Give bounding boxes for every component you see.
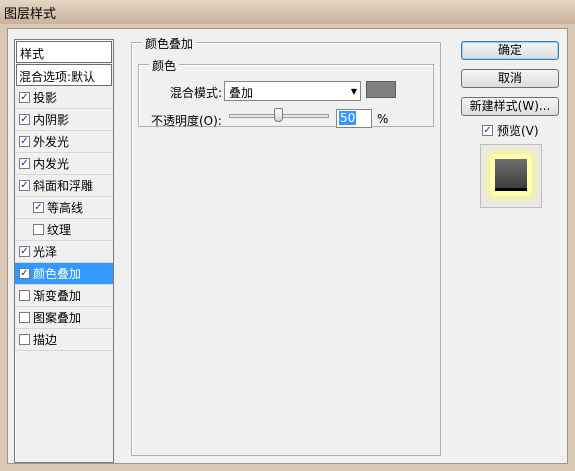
color-overlay-panel: 颜色叠加 颜色 混合模式: 叠加 ▼ 不透明度(O): 50 % (131, 35, 441, 456)
style-item-checkbox[interactable]: ✓ (19, 180, 30, 191)
style-preview-thumbnail (480, 144, 542, 208)
style-item-checkbox[interactable] (19, 334, 30, 345)
style-item[interactable]: ✓ 内阴影 (15, 109, 113, 131)
opacity-input[interactable]: 50 (336, 109, 372, 128)
dialog-client: 样式 混合选项:默认 ✓ 投影 ✓ 内阴影 ✓ 外发光 ✓ 内发光 ✓ 斜面和浮雕 ✓ 等高线 纹理 ✓ 光… (7, 28, 568, 464)
color-group-title: 颜色 (149, 57, 180, 74)
opacity-label: 不透明度(O): (151, 114, 222, 128)
style-item-checkbox[interactable] (19, 290, 30, 301)
color-group: 颜色 混合模式: 叠加 ▼ 不透明度(O): 50 % (138, 57, 434, 128)
opacity-slider-thumb[interactable] (274, 108, 283, 122)
style-item-label: 图案叠加 (33, 311, 82, 325)
style-item-checkbox[interactable]: ✓ (19, 92, 30, 103)
blending-options-item[interactable]: 混合选项:默认 (16, 64, 112, 86)
style-items: ✓ 投影 ✓ 内阴影 ✓ 外发光 ✓ 内发光 ✓ 斜面和浮雕 ✓ 等高线 纹理 ✓ 光泽 ✓ 颜色叠加 渐变叠加图… (15, 87, 113, 351)
style-item-checkbox[interactable] (19, 312, 30, 323)
style-item[interactable]: ✓ 外发光 (15, 131, 113, 153)
style-item-label: 光泽 (33, 245, 58, 259)
style-item-checkbox[interactable]: ✓ (19, 268, 30, 279)
style-item[interactable]: ✓ 斜面和浮雕 (15, 175, 113, 197)
ok-button[interactable]: 确定 (461, 41, 559, 60)
blend-mode-label: 混合模式: (170, 86, 223, 100)
style-item[interactable]: 纹理 (15, 219, 113, 241)
overlay-color-swatch[interactable] (366, 81, 396, 98)
panel-title: 颜色叠加 (142, 35, 197, 52)
style-item-label: 内阴影 (33, 113, 70, 127)
style-item-label: 斜面和浮雕 (33, 179, 94, 193)
style-item-label: 内发光 (33, 157, 70, 171)
style-item[interactable]: ✓ 光泽 (15, 241, 113, 263)
style-item[interactable]: 渐变叠加 (15, 285, 113, 307)
blend-mode-select[interactable]: 叠加 ▼ (224, 81, 361, 101)
style-item-label: 纹理 (47, 223, 72, 237)
opacity-value: 50 (339, 111, 357, 125)
style-item[interactable]: 描边 (15, 329, 113, 351)
style-item-checkbox[interactable]: ✓ (19, 246, 30, 257)
style-list-header[interactable]: 样式 (16, 41, 112, 63)
style-item-label: 颜色叠加 (33, 267, 82, 281)
style-item[interactable]: 图案叠加 (15, 307, 113, 329)
style-item-label: 渐变叠加 (33, 289, 82, 303)
style-item-checkbox[interactable]: ✓ (19, 114, 30, 125)
style-item[interactable]: ✓ 等高线 (15, 197, 113, 219)
style-item-label: 等高线 (47, 201, 84, 215)
cancel-button[interactable]: 取消 (461, 69, 559, 88)
preview-square (495, 159, 527, 191)
style-list: 样式 混合选项:默认 ✓ 投影 ✓ 内阴影 ✓ 外发光 ✓ 内发光 ✓ 斜面和浮雕 ✓ 等高线 纹理 ✓ 光… (14, 39, 114, 463)
style-item[interactable]: ✓ 投影 (15, 87, 113, 109)
preview-checkbox[interactable]: ✓ (482, 125, 493, 136)
preview-glow (490, 154, 532, 196)
style-item-label: 外发光 (33, 135, 70, 149)
style-item-checkbox[interactable]: ✓ (19, 158, 30, 169)
style-item[interactable]: ✓ 内发光 (15, 153, 113, 175)
new-style-button[interactable]: 新建样式(W)... (461, 97, 559, 116)
style-item-label: 投影 (33, 91, 58, 105)
preview-toggle[interactable]: ✓ 预览(V) (482, 122, 539, 139)
blend-mode-value: 叠加 (229, 86, 254, 100)
style-item-checkbox[interactable]: ✓ (33, 202, 44, 213)
opacity-unit: % (377, 112, 389, 126)
chevron-down-icon: ▼ (350, 87, 357, 96)
window-titlebar: 图层样式 (0, 0, 575, 24)
style-item-checkbox[interactable]: ✓ (19, 136, 30, 147)
style-item-label: 描边 (33, 333, 58, 347)
window-title: 图层样式 (4, 7, 57, 22)
preview-label: 预览(V) (497, 124, 539, 138)
style-item-checkbox[interactable] (33, 224, 44, 235)
style-item[interactable]: ✓ 颜色叠加 (15, 263, 113, 285)
